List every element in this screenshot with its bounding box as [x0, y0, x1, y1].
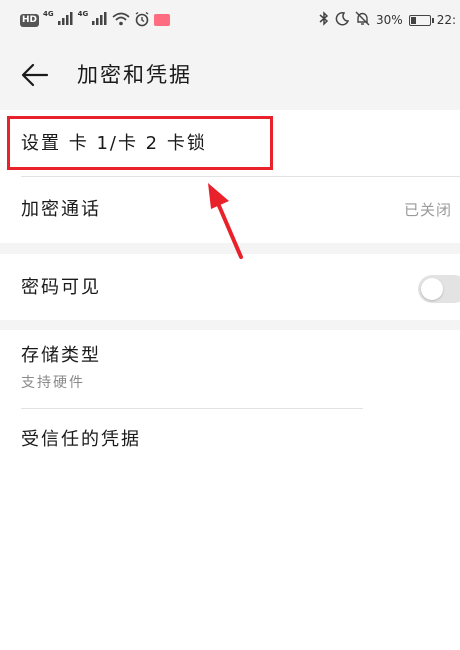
settings-group-password: 密码可见	[0, 254, 460, 320]
trusted-credentials-row[interactable]: 受信任的凭据	[0, 409, 460, 473]
encrypted-call-row[interactable]: 加密通话 已关闭	[0, 177, 460, 243]
signal-icon	[57, 12, 74, 28]
sim-lock-row[interactable]: 设置 卡 1/卡 2 卡锁	[0, 110, 460, 176]
arrow-left-icon	[21, 63, 49, 87]
sim-lock-title: 设置 卡 1/卡 2 卡锁	[21, 133, 207, 154]
password-visible-title: 密码可见	[21, 277, 101, 298]
network-type-label: 4G	[43, 10, 54, 18]
password-visible-row[interactable]: 密码可见	[0, 254, 460, 320]
toggle-knob	[421, 278, 443, 300]
status-bar: HD 4G 4G 30% 22:	[0, 0, 460, 40]
battery-icon	[408, 14, 434, 26]
storage-type-row[interactable]: 存储类型 支持硬件	[0, 330, 460, 408]
battery-percent: 30%	[376, 13, 403, 27]
bluetooth-icon	[319, 11, 329, 29]
hd-icon: HD	[20, 13, 40, 27]
password-visible-toggle[interactable]	[418, 275, 460, 303]
status-right: 30% 22:	[319, 10, 456, 30]
notification-icon	[154, 14, 171, 26]
wifi-icon	[112, 12, 130, 29]
back-button[interactable]	[18, 58, 52, 92]
status-left: HD 4G 4G	[20, 10, 171, 30]
page-title: 加密和凭据	[77, 63, 192, 87]
app-header: 加密和凭据	[0, 40, 460, 110]
storage-type-title: 存储类型	[21, 345, 101, 366]
status-time: 22:	[436, 13, 456, 27]
alarm-icon	[134, 11, 150, 30]
network-type-label: 4G	[77, 10, 89, 18]
encrypted-call-status: 已关闭	[403, 201, 452, 219]
settings-group-sim: 设置 卡 1/卡 2 卡锁 加密通话 已关闭	[0, 110, 460, 243]
encrypted-call-title: 加密通话	[21, 199, 101, 220]
battery-fill	[410, 16, 416, 24]
storage-type-subtitle: 支持硬件	[21, 375, 85, 391]
signal-icon	[92, 12, 108, 28]
mute-icon	[355, 11, 370, 29]
settings-group-storage: 存储类型 支持硬件 受信任的凭据	[0, 330, 460, 650]
trusted-credentials-title: 受信任的凭据	[21, 429, 141, 450]
moon-icon	[335, 11, 350, 29]
